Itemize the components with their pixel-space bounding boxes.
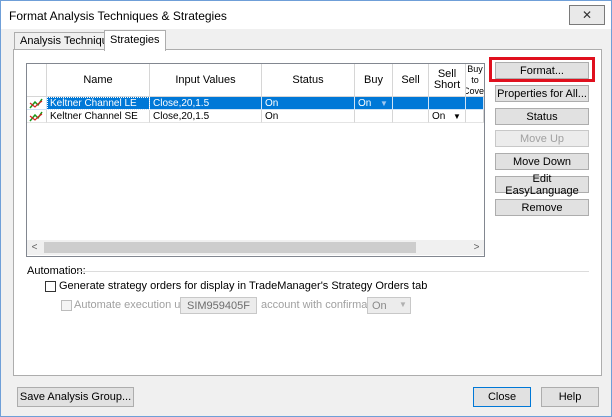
confirmation-select[interactable]: On ▼: [367, 297, 411, 314]
grid-header-sell-short[interactable]: Sell Short: [429, 64, 466, 97]
chevron-down-icon: ▼: [453, 112, 461, 121]
cell-status[interactable]: On: [262, 97, 355, 110]
highlight-box: [489, 57, 595, 82]
cell-sell-short[interactable]: [429, 97, 466, 110]
generate-orders-checkbox[interactable]: [45, 281, 56, 292]
scroll-left-icon[interactable]: <: [27, 240, 42, 255]
cell-sell-short-value: On: [432, 111, 446, 122]
cell-sell[interactable]: [393, 110, 429, 123]
horizontal-scrollbar[interactable]: < >: [27, 240, 484, 255]
cell-buy-to-cover[interactable]: [466, 110, 484, 123]
table-row[interactable]: Keltner Channel SE Close,20,1.5 On On ▼: [27, 110, 484, 123]
edit-easylanguage-button[interactable]: Edit EasyLanguage: [495, 173, 589, 197]
strategies-grid[interactable]: Name Input Values Status Buy Sell Sell S…: [26, 63, 485, 257]
close-icon: ✕: [581, 8, 593, 22]
table-row[interactable]: Keltner Channel LE Close,20,1.5 On On ▼: [27, 97, 484, 110]
chevron-down-icon: ▼: [380, 99, 388, 108]
scroll-right-icon[interactable]: >: [469, 240, 484, 255]
format-strategies-dialog: Format Analysis Techniques & Strategies …: [0, 0, 612, 417]
strategy-icon: [29, 98, 43, 109]
title-bar: Format Analysis Techniques & Strategies …: [1, 1, 611, 29]
status-button[interactable]: Status: [495, 108, 589, 125]
strategy-icon: [29, 111, 43, 122]
grid-header-buy[interactable]: Buy: [355, 64, 393, 97]
close-window-button[interactable]: ✕: [569, 5, 605, 25]
remove-button[interactable]: Remove: [495, 199, 589, 216]
strategy-icon-cell: [27, 110, 47, 123]
grid-header-sell[interactable]: Sell: [393, 64, 429, 97]
grid-header-name[interactable]: Name: [47, 64, 150, 97]
automation-separator: [77, 271, 589, 272]
confirmation-select-value: On: [372, 299, 387, 312]
strategy-icon-cell: [27, 97, 47, 110]
cell-buy-to-cover[interactable]: [466, 97, 484, 110]
grid-header-input-values[interactable]: Input Values: [150, 64, 262, 97]
help-button[interactable]: Help: [541, 387, 599, 407]
grid-header-icon-col: [27, 64, 47, 97]
tab-strategies[interactable]: Strategies: [104, 30, 166, 51]
cell-sell-short-dropdown[interactable]: On ▼: [429, 110, 466, 123]
automate-execution-checkbox[interactable]: [61, 300, 72, 311]
scrollbar-thumb[interactable]: [44, 242, 416, 253]
cell-inputs: Close,20,1.5: [150, 97, 262, 110]
properties-for-all-button[interactable]: Properties for All...: [495, 85, 589, 102]
cell-inputs: Close,20,1.5: [150, 110, 262, 123]
move-up-button[interactable]: Move Up: [495, 130, 589, 147]
chevron-down-icon: ▼: [399, 300, 407, 309]
save-analysis-group-button[interactable]: Save Analysis Group...: [17, 387, 134, 407]
window-title: Format Analysis Techniques & Strategies: [9, 9, 227, 23]
cell-name: Keltner Channel SE: [47, 110, 150, 123]
move-down-button[interactable]: Move Down: [495, 153, 589, 170]
account-field[interactable]: SIM959405F: [180, 297, 257, 314]
cell-buy-dropdown[interactable]: On ▼: [355, 97, 393, 110]
cell-name: Keltner Channel LE: [47, 97, 150, 110]
close-button[interactable]: Close: [473, 387, 531, 407]
grid-header-status[interactable]: Status: [262, 64, 355, 97]
cell-status[interactable]: On: [262, 110, 355, 123]
tab-strategies-label: Strategies: [110, 34, 160, 46]
generate-orders-label[interactable]: Generate strategy orders for display in …: [59, 280, 427, 292]
grid-header-buy-to-cover[interactable]: Buy to Cover: [466, 64, 484, 97]
cell-buy-value: On: [358, 98, 372, 109]
cell-buy[interactable]: [355, 110, 393, 123]
cell-sell[interactable]: [393, 97, 429, 110]
